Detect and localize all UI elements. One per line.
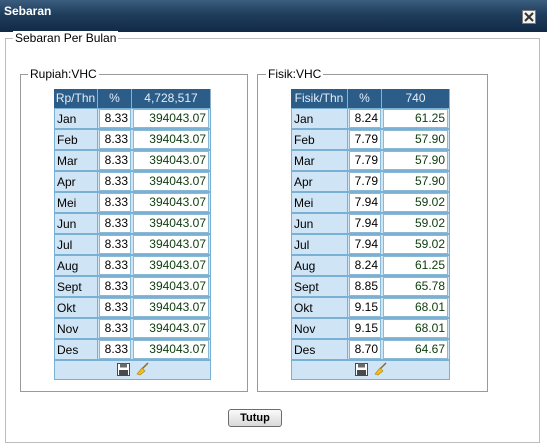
month-label: Nov	[54, 318, 98, 339]
percent-input[interactable]: 8.33	[99, 256, 131, 275]
floppy-disk-icon[interactable]	[117, 363, 130, 376]
value-input[interactable]: 68.01	[383, 298, 448, 317]
month-label: Aug	[54, 255, 98, 276]
percent-input[interactable]: 8.33	[99, 109, 131, 128]
close-icon	[524, 12, 534, 22]
value-input[interactable]: 59.02	[383, 235, 448, 254]
value-input[interactable]: 57.90	[383, 130, 448, 149]
rupiah-header-row: Rp/Thn% 4,728,517	[54, 89, 211, 108]
window-title: Sebaran	[4, 4, 52, 18]
rupiah-period-header: Rp/Thn	[54, 89, 98, 108]
percent-input[interactable]: 7.79	[349, 130, 381, 149]
percent-input[interactable]: 8.33	[99, 172, 131, 191]
percent-input[interactable]: 7.79	[349, 172, 381, 191]
value-input[interactable]: 394043.07	[133, 298, 209, 317]
percent-input[interactable]: 8.33	[99, 340, 131, 359]
percent-input[interactable]: 8.33	[99, 277, 131, 296]
fisik-period-header: Fisik/Thn	[291, 89, 348, 108]
fisik-legend: Fisik:VHC	[266, 67, 324, 81]
percent-input[interactable]: 8.85	[349, 277, 381, 296]
value-input[interactable]: 394043.07	[133, 109, 209, 128]
percent-input[interactable]: 7.94	[349, 235, 381, 254]
window-titlebar: Sebaran	[0, 0, 547, 32]
month-label: Apr	[291, 171, 348, 192]
percent-input[interactable]: 8.24	[349, 256, 381, 275]
fisik-percent-header: %	[348, 89, 382, 108]
percent-input[interactable]: 7.94	[349, 214, 381, 233]
value-input[interactable]: 394043.07	[133, 277, 209, 296]
month-label: Jul	[291, 234, 348, 255]
month-label: Okt	[54, 297, 98, 318]
month-label: Jan	[54, 108, 98, 129]
month-label: Mei	[291, 192, 348, 213]
percent-input[interactable]: 7.94	[349, 193, 381, 212]
percent-input[interactable]: 8.70	[349, 340, 381, 359]
value-input[interactable]: 61.25	[383, 109, 448, 128]
tutup-button[interactable]: Tutup	[228, 409, 282, 427]
month-label: Jun	[291, 213, 348, 234]
value-input[interactable]: 394043.07	[133, 172, 209, 191]
rupiah-legend: Rupiah:VHC	[28, 67, 99, 81]
month-label: Des	[54, 339, 98, 360]
rupiah-total-header: 4,728,517	[132, 89, 211, 108]
broom-icon[interactable]	[374, 362, 388, 376]
value-input[interactable]: 59.02	[383, 193, 448, 212]
month-label: Mar	[291, 150, 348, 171]
close-button[interactable]	[522, 10, 536, 24]
percent-input[interactable]: 8.33	[99, 214, 131, 233]
month-label: Feb	[54, 129, 98, 150]
fisik-header-row: Fisik/Thn% 740	[291, 89, 450, 108]
month-label: Feb	[291, 129, 348, 150]
percent-input[interactable]: 9.15	[349, 319, 381, 338]
month-label: Jun	[54, 213, 98, 234]
value-input[interactable]: 394043.07	[133, 319, 209, 338]
percent-input[interactable]: 8.33	[99, 319, 131, 338]
value-input[interactable]: 57.90	[383, 172, 448, 191]
rupiah-percent-header: %	[98, 89, 132, 108]
month-label: Mar	[54, 150, 98, 171]
percent-input[interactable]: 8.33	[99, 151, 131, 170]
value-input[interactable]: 57.90	[383, 151, 448, 170]
percent-input[interactable]: 8.33	[99, 298, 131, 317]
percent-input[interactable]: 9.15	[349, 298, 381, 317]
value-input[interactable]: 64.67	[383, 340, 448, 359]
month-label: Sept	[54, 276, 98, 297]
value-input[interactable]: 394043.07	[133, 151, 209, 170]
percent-input[interactable]: 8.33	[99, 130, 131, 149]
percent-input[interactable]: 8.33	[99, 235, 131, 254]
percent-input[interactable]: 7.79	[349, 151, 381, 170]
value-input[interactable]: 394043.07	[133, 214, 209, 233]
value-input[interactable]: 394043.07	[133, 340, 209, 359]
value-input[interactable]: 394043.07	[133, 193, 209, 212]
value-input[interactable]: 61.25	[383, 256, 448, 275]
month-label: Jan	[291, 108, 348, 129]
value-input[interactable]: 65.78	[383, 277, 448, 296]
month-label: Des	[291, 339, 348, 360]
month-label: Nov	[291, 318, 348, 339]
value-input[interactable]: 59.02	[383, 214, 448, 233]
rupiah-footer-row	[54, 360, 211, 380]
value-input[interactable]: 68.01	[383, 319, 448, 338]
month-label: Jul	[54, 234, 98, 255]
percent-input[interactable]: 8.24	[349, 109, 381, 128]
month-label: Apr	[54, 171, 98, 192]
value-input[interactable]: 394043.07	[133, 256, 209, 275]
month-label: Sept	[291, 276, 348, 297]
percent-input[interactable]: 8.33	[99, 193, 131, 212]
broom-icon[interactable]	[136, 362, 150, 376]
month-label: Okt	[291, 297, 348, 318]
fisik-footer-row	[291, 360, 450, 380]
month-label: Mei	[54, 192, 98, 213]
floppy-disk-icon[interactable]	[355, 363, 368, 376]
fisik-total-header: 740	[382, 89, 450, 108]
sebaran-per-bulan-legend: Sebaran Per Bulan	[13, 31, 119, 45]
value-input[interactable]: 394043.07	[133, 235, 209, 254]
value-input[interactable]: 394043.07	[133, 130, 209, 149]
month-label: Aug	[291, 255, 348, 276]
